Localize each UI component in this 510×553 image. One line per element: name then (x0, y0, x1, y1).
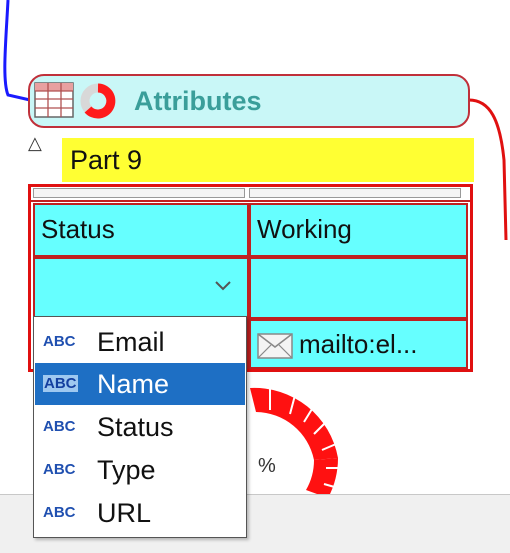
grid-cell-dropdown[interactable] (33, 257, 249, 319)
abc-type-icon: ABC (43, 375, 78, 392)
attribute-dropdown-menu[interactable]: ABC Email ABC Name ABC Status ABC Type A… (33, 316, 247, 538)
column-resize-handle[interactable] (249, 188, 461, 198)
menu-item-type[interactable]: ABC Type (35, 449, 245, 491)
cell-text: Working (257, 214, 352, 244)
grid-cell[interactable] (249, 257, 468, 319)
menu-item-label: Type (97, 455, 156, 485)
abc-type-icon: ABC (43, 461, 76, 478)
grid-cell-link[interactable]: mailto:el... (249, 319, 468, 369)
table-icon (34, 82, 74, 118)
donut-percent-label: % (258, 455, 276, 477)
abc-type-icon: ABC (43, 504, 76, 521)
menu-item-status[interactable]: ABC Status (35, 406, 245, 448)
grid-cell[interactable]: Working (249, 203, 468, 257)
menu-item-email[interactable]: ABC Email (35, 321, 245, 363)
menu-item-url[interactable]: ABC URL (35, 492, 245, 534)
abc-type-icon: ABC (43, 418, 76, 435)
menu-item-label: Email (97, 327, 165, 357)
chevron-down-icon[interactable] (213, 279, 233, 293)
menu-item-name[interactable]: ABC Name (35, 363, 245, 405)
menu-item-label: Status (97, 412, 174, 442)
part-label: Part 9 (70, 145, 143, 175)
donut-chart-icon (80, 83, 116, 119)
menu-item-label: Name (97, 369, 170, 399)
abc-type-icon: ABC (43, 333, 76, 350)
cell-link-text[interactable]: mailto:el... (299, 329, 418, 360)
menu-item-label: URL (97, 498, 152, 528)
column-resize-handle[interactable] (33, 188, 245, 198)
part-label-bar: Part 9 (62, 138, 474, 182)
collapse-toggle[interactable]: △ (28, 134, 42, 152)
node-title: Attributes (134, 86, 262, 116)
mail-icon (257, 333, 293, 359)
attributes-node-header[interactable]: Attributes (28, 74, 470, 128)
grid-cell[interactable]: Status (33, 203, 249, 257)
column-resize-strip[interactable] (31, 187, 470, 202)
cell-text: Status (41, 214, 115, 244)
